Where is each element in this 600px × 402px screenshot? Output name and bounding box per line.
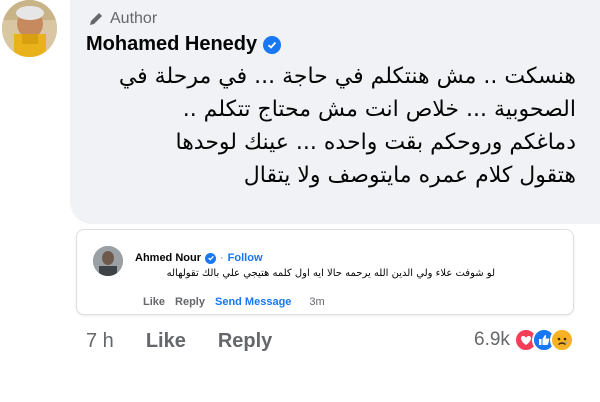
separator-dot: ·: [220, 252, 224, 264]
quoted-like-button[interactable]: Like: [143, 296, 165, 308]
follow-link[interactable]: Follow: [228, 252, 263, 264]
reactions-summary[interactable]: 6.9k: [474, 328, 574, 352]
comment-actions: 7 h Like Reply: [86, 330, 272, 353]
author-badge: Author: [88, 9, 157, 29]
comment-text-line: هنسكت .. مش هنتكلم في حاجة ... في مرحلة …: [118, 64, 576, 89]
quoted-header: Ahmed Nour · Follow: [135, 252, 263, 264]
author-badge-label: Author: [110, 10, 158, 27]
comment-header: Mohamed Henedy: [86, 33, 282, 56]
quoted-author-name[interactable]: Ahmed Nour: [135, 252, 201, 264]
comment-text: هنسكت .. مش هنتكلم في حاجة ... في مرحلة …: [106, 60, 576, 192]
comment-text-line: دماغكم وروحكم بقت واحده ... عينك لوحدها: [175, 130, 576, 155]
sad-reaction-icon: [549, 328, 574, 352]
verified-badge-icon: [205, 252, 216, 264]
verified-badge-icon: [263, 35, 282, 54]
pencil-icon: [88, 11, 104, 27]
quoted-actions: Like Reply Send Message 3m: [143, 296, 325, 308]
comment-text-line: الصحوبية ... خلاص انت مش محتاج تتكلم ..: [182, 97, 576, 122]
avatar[interactable]: [2, 0, 57, 57]
like-button[interactable]: Like: [146, 330, 186, 353]
reaction-count: 6.9k: [474, 329, 510, 350]
reply-button[interactable]: Reply: [218, 330, 272, 353]
avatar-image: [2, 0, 57, 57]
quoted-comment-card[interactable]: Ahmed Nour · Follow لو شوفت علاء ولي الد…: [76, 229, 574, 315]
quoted-reply-button[interactable]: Reply: [175, 296, 205, 308]
author-name[interactable]: Mohamed Henedy: [86, 33, 257, 56]
quoted-timestamp[interactable]: 3m: [309, 296, 324, 308]
quoted-comment-text: لو شوفت علاء ولي الدين الله يرحمه حالا ا…: [166, 268, 495, 279]
comment-text-line: هتقول كلام عمره مايتوصف ولا يتقال: [243, 163, 576, 188]
send-message-button[interactable]: Send Message: [215, 296, 291, 308]
comment-timestamp[interactable]: 7 h: [86, 330, 114, 353]
quoted-avatar[interactable]: [93, 246, 123, 276]
